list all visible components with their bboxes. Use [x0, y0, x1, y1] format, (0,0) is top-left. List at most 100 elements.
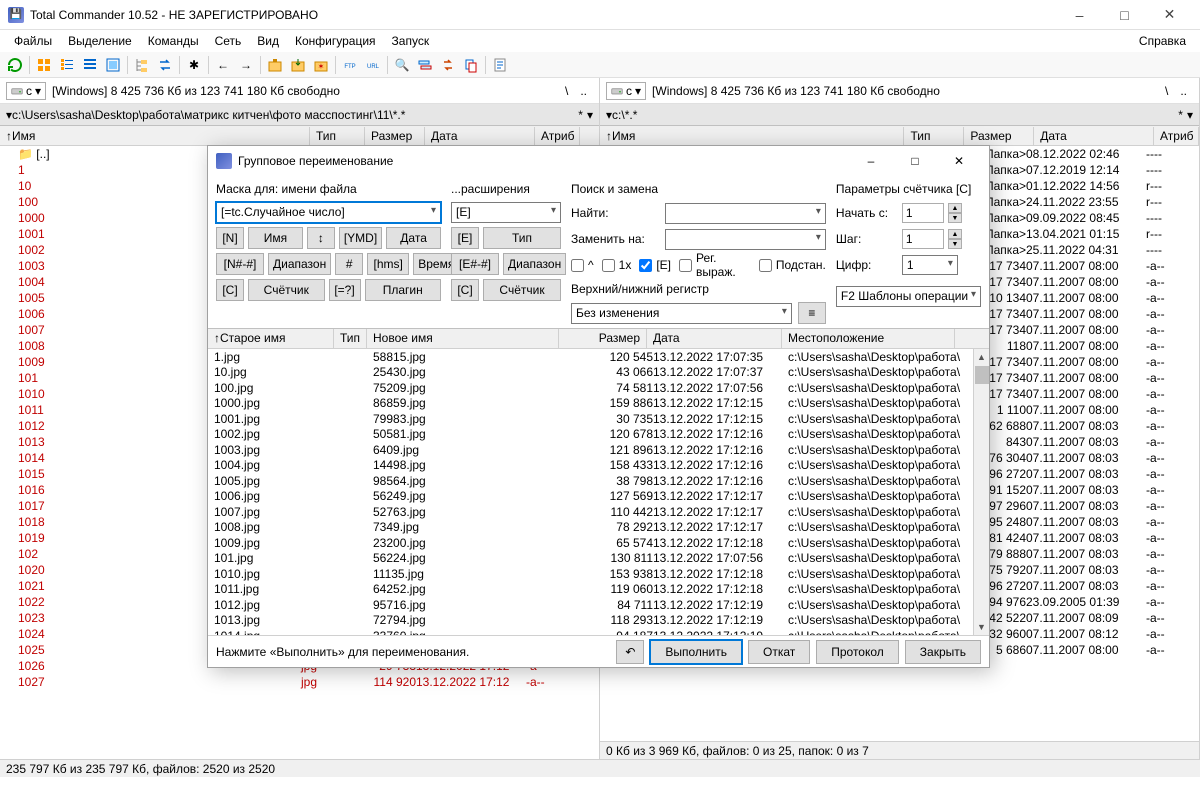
close-dialog-button[interactable]: Закрыть [905, 640, 981, 664]
table-row[interactable]: 1013.jpg72794.jpg118 29313.12.2022 17:12… [208, 613, 989, 629]
table-row[interactable]: 1000.jpg86859.jpg159 88613.12.2022 17:12… [208, 396, 989, 412]
scroll-down-icon[interactable]: ▼ [974, 619, 989, 635]
url-icon[interactable]: URL [362, 54, 384, 76]
details-icon[interactable] [79, 54, 101, 76]
notepad-icon[interactable] [489, 54, 511, 76]
menu-net[interactable]: Сеть [207, 32, 250, 50]
chevron-down-icon[interactable]: ▾ [1187, 108, 1193, 122]
table-row[interactable]: 1005.jpg98564.jpg38 79813.12.2022 17:12:… [208, 473, 989, 489]
tree-icon[interactable] [131, 54, 153, 76]
table-row[interactable]: 100.jpg75209.jpg74 58113.12.2022 17:07:5… [208, 380, 989, 396]
menu-commands[interactable]: Команды [140, 32, 207, 50]
chk-caret[interactable]: ^ [571, 258, 594, 272]
left-drive-select[interactable]: c ▾ [6, 82, 46, 100]
hms-button[interactable]: [hms] [367, 253, 409, 275]
table-row[interactable]: 1011.jpg64252.jpg119 06013.12.2022 17:12… [208, 582, 989, 598]
table-row[interactable]: 1002.jpg50581.jpg120 67813.12.2022 17:12… [208, 427, 989, 443]
range-button[interactable]: Диапазон [268, 253, 331, 275]
multirename-icon[interactable] [414, 54, 436, 76]
step-input[interactable] [902, 229, 944, 249]
chk-1x[interactable]: 1x [602, 258, 632, 272]
scroll-thumb[interactable] [975, 366, 989, 384]
spin-down-icon[interactable]: ▼ [948, 213, 962, 223]
right-root-button[interactable]: \ [1159, 84, 1174, 98]
c-button[interactable]: [C] [216, 279, 244, 301]
thumbs-icon[interactable] [102, 54, 124, 76]
table-row[interactable]: 101.jpg56224.jpg130 81113.12.2022 17:07:… [208, 551, 989, 567]
sync-icon[interactable] [437, 54, 459, 76]
chk-subst[interactable]: Подстан. [759, 258, 826, 272]
menu-config[interactable]: Конфигурация [287, 32, 384, 50]
minimize-button[interactable]: – [1057, 1, 1102, 29]
plugin-eq-button[interactable]: [=?] [329, 279, 361, 301]
range-n-button[interactable]: [N#-#] [216, 253, 264, 275]
date-button[interactable]: Дата [386, 227, 441, 249]
ymd-button[interactable]: [YMD] [339, 227, 382, 249]
test-icon[interactable]: ✶ [310, 54, 332, 76]
refresh-icon[interactable] [4, 54, 26, 76]
back-icon[interactable]: ← [212, 54, 234, 76]
filename-mask-input[interactable]: [=tc.Случайное число] [216, 202, 441, 223]
table-row[interactable]: 1007.jpg52763.jpg110 44213.12.2022 17:12… [208, 504, 989, 520]
chk-e[interactable]: [E] [639, 258, 671, 272]
templates-select[interactable]: F2 Шаблоны операции [836, 286, 981, 307]
dialog-close-button[interactable]: ✕ [937, 147, 981, 175]
replace-input[interactable] [665, 229, 826, 250]
spin-down-icon[interactable]: ▼ [948, 239, 962, 249]
table-row[interactable]: 1.jpg58815.jpg120 54513.12.2022 17:07:35… [208, 349, 989, 365]
hash-button[interactable]: # [335, 253, 363, 275]
right-path[interactable]: ▾c:\*.* * ▾ [600, 104, 1199, 126]
star-icon[interactable]: ✱ [183, 54, 205, 76]
copy-icon[interactable] [460, 54, 482, 76]
table-row[interactable]: 1010.jpg11135.jpg153 93813.12.2022 17:12… [208, 566, 989, 582]
fav-icon[interactable]: * [574, 108, 587, 122]
dialog-maximize-button[interactable]: □ [893, 147, 937, 175]
maximize-button[interactable]: □ [1102, 1, 1147, 29]
e-range-button[interactable]: [E#-#] [451, 253, 499, 275]
list-item[interactable]: 1027jpg114 92013.12.2022 17:12-a-- [0, 674, 599, 690]
grid-icon[interactable] [33, 54, 55, 76]
digits-select[interactable]: 1 [902, 255, 958, 275]
chk-regex[interactable]: Рег. выраж. [679, 251, 751, 279]
ftp-icon[interactable]: FTP [339, 54, 361, 76]
n-button[interactable]: [N] [216, 227, 244, 249]
plugin-button[interactable]: Плагин [365, 279, 442, 301]
e-button[interactable]: [E] [451, 227, 479, 249]
table-row[interactable]: 1008.jpg7349.jpg78 29213.12.2022 17:12:1… [208, 520, 989, 536]
execute-button[interactable]: Выполнить [650, 640, 742, 664]
ext-range-button[interactable]: Диапазон [503, 253, 566, 275]
right-drive-select[interactable]: c ▾ [606, 82, 646, 100]
table-row[interactable]: 1009.jpg23200.jpg65 57413.12.2022 17:12:… [208, 535, 989, 551]
preview-scrollbar[interactable]: ▲ ▼ [973, 349, 989, 635]
spin-up-icon[interactable]: ▲ [948, 229, 962, 239]
dialog-minimize-button[interactable]: – [849, 147, 893, 175]
ext-type-button[interactable]: Тип [483, 227, 561, 249]
pack-icon[interactable] [264, 54, 286, 76]
ext-counter-button[interactable]: Счётчик [483, 279, 561, 301]
table-row[interactable]: 1012.jpg95716.jpg84 71113.12.2022 17:12:… [208, 597, 989, 613]
left-up-button[interactable]: .. [574, 84, 593, 98]
protocol-button[interactable]: Протокол [816, 640, 899, 664]
left-root-button[interactable]: \ [559, 84, 574, 98]
left-column-header[interactable]: ↑Имя Тип Размер Дата Атриб [0, 126, 599, 146]
table-row[interactable]: 10.jpg25430.jpg43 06613.12.2022 17:07:37… [208, 365, 989, 381]
menu-files[interactable]: Файлы [6, 32, 60, 50]
start-input[interactable] [902, 203, 944, 223]
close-button[interactable]: ✕ [1147, 1, 1192, 29]
updown-button[interactable]: ↕ [307, 227, 335, 249]
left-path[interactable]: ▾c:\Users\sasha\Desktop\работа\матрикс к… [0, 104, 599, 126]
undo-settings-button[interactable]: ↶ [616, 640, 644, 664]
menu-run[interactable]: Запуск [384, 32, 438, 50]
list-icon[interactable] [56, 54, 78, 76]
case-select[interactable]: Без изменения [571, 303, 792, 324]
spin-up-icon[interactable]: ▲ [948, 203, 962, 213]
swap-icon[interactable] [154, 54, 176, 76]
find-input[interactable] [665, 203, 826, 224]
menu-selection[interactable]: Выделение [60, 32, 140, 50]
ext-c-button[interactable]: [C] [451, 279, 479, 301]
search-icon[interactable]: 🔍 [391, 54, 413, 76]
table-row[interactable]: 1003.jpg6409.jpg121 89613.12.2022 17:12:… [208, 442, 989, 458]
table-row[interactable]: 1014.jpg33760.jpg94 18713.12.2022 17:12:… [208, 628, 989, 635]
rollback-button[interactable]: Откат [748, 640, 810, 664]
ext-mask-input[interactable]: [E] [451, 202, 561, 223]
